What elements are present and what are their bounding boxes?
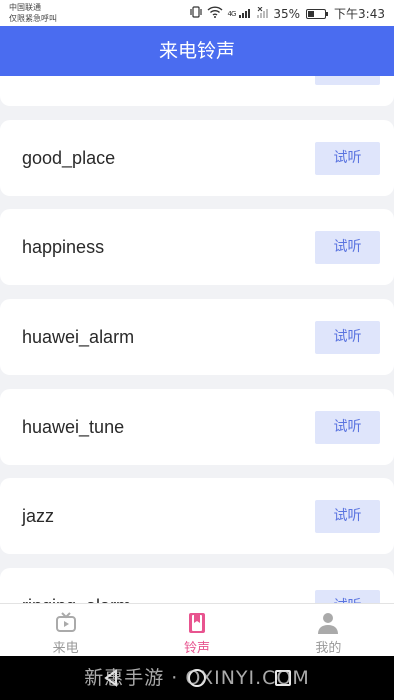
ringtone-list[interactable]: 试听 good_place 试听 happiness 试听 huawei_ala…: [0, 76, 394, 603]
watermark: 新惠手游 · OXINYI.COM: [84, 667, 310, 689]
tab-incoming-call[interactable]: 来电: [0, 604, 131, 656]
network-type: 4G: [227, 9, 236, 18]
ringtone-item[interactable]: ringing_alarm 试听: [0, 568, 394, 603]
vibrate-icon: [189, 6, 203, 21]
battery-percent: 35%: [273, 6, 301, 21]
preview-button[interactable]: 试听: [315, 500, 380, 533]
status-bar: 中国联通 仅限紧急呼叫 4G 35% 下午3:43: [0, 0, 394, 26]
tv-icon: [55, 612, 76, 632]
preview-button[interactable]: 试听: [315, 142, 380, 175]
tab-label: 我的: [315, 641, 342, 656]
tab-profile[interactable]: 我的: [263, 604, 394, 656]
battery-icon: [306, 8, 329, 19]
ringtone-name: happiness: [22, 237, 105, 257]
preview-button[interactable]: 试听: [315, 231, 380, 264]
ringtone-item[interactable]: huawei_alarm 试听: [0, 299, 394, 375]
preview-button[interactable]: 试听: [315, 590, 380, 603]
ringtone-name: huawei_tune: [22, 417, 125, 437]
user-icon: [318, 613, 339, 634]
bottom-tab-bar: 来电 铃声 我的: [0, 603, 394, 656]
tab-ringtone[interactable]: 铃声: [131, 604, 262, 656]
page-title: 来电铃声: [158, 40, 235, 62]
tab-label: 来电: [52, 641, 79, 656]
ringtone-item[interactable]: huawei_tune 试听: [0, 389, 394, 465]
carrier-name: 中国联通: [9, 3, 41, 12]
preview-button[interactable]: 试听: [315, 411, 380, 444]
bookmark-icon: [188, 613, 205, 633]
signal-icon: [239, 7, 253, 21]
status-indicators: 4G 35% 下午3:43: [189, 5, 385, 22]
ringtone-name: good_place: [22, 148, 116, 168]
ringtone-name: ringing_alarm: [22, 568, 131, 603]
clock: 下午3:43: [334, 7, 385, 21]
ringtone-item[interactable]: jazz 试听: [0, 478, 394, 554]
preview-button[interactable]: 试听: [315, 321, 380, 354]
ringtone-name: huawei_alarm: [22, 327, 135, 347]
ringtone-name: jazz: [22, 506, 55, 526]
ringtone-item[interactable]: 试听: [0, 76, 394, 106]
tab-label: 铃声: [183, 641, 210, 656]
preview-button[interactable]: 试听: [315, 76, 380, 85]
carrier-info: 中国联通 仅限紧急呼叫: [9, 2, 57, 24]
wifi-icon: [207, 6, 223, 21]
ringtone-item[interactable]: happiness 试听: [0, 209, 394, 285]
system-nav-bar: 新惠手游 · OXINYI.COM: [0, 656, 394, 700]
carrier-status: 仅限紧急呼叫: [9, 14, 57, 23]
no-signal-icon: [257, 6, 269, 21]
app-header: 来电铃声: [0, 26, 394, 76]
ringtone-item[interactable]: good_place 试听: [0, 120, 394, 196]
